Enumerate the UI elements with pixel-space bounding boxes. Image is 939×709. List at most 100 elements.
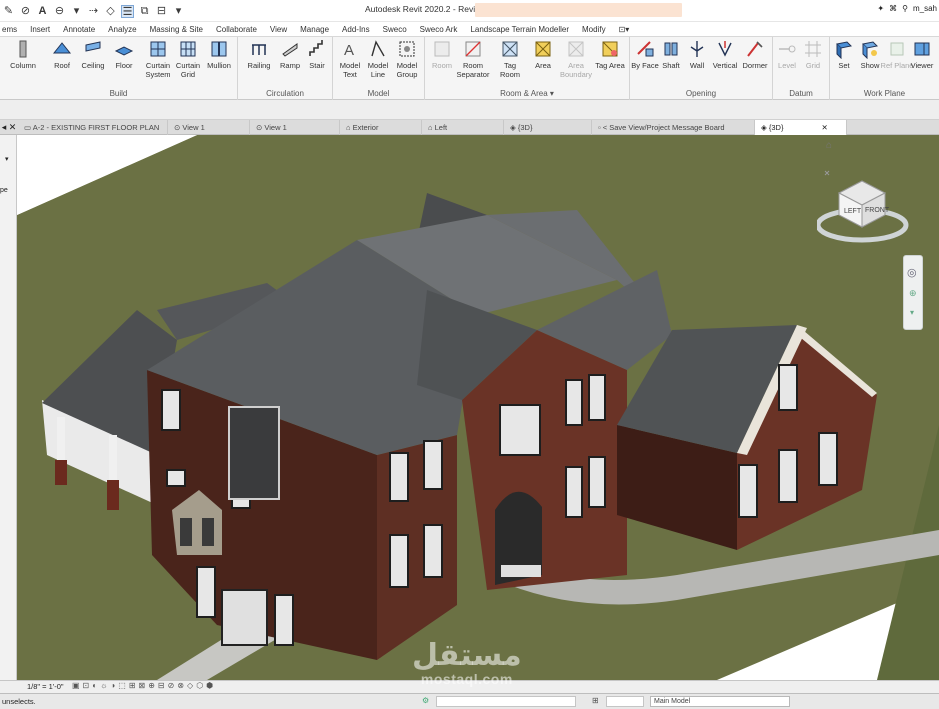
column-button[interactable]: Column xyxy=(6,39,40,70)
vertical-button[interactable]: Vertical xyxy=(708,39,742,70)
tab-collaborate[interactable]: Collaborate xyxy=(210,22,264,37)
panel-label-room-area[interactable]: Room & Area ▾ xyxy=(425,89,629,98)
view-tab-exterior[interactable]: ⌂ Exterior xyxy=(340,119,422,135)
svg-text:A: A xyxy=(344,42,354,59)
ramp-icon xyxy=(282,43,298,57)
floor-button[interactable]: Floor xyxy=(107,39,141,70)
view-tab-view1-a[interactable]: ⊙ View 1 xyxy=(168,119,250,135)
tabs-scroll-left-icon[interactable]: ◂ ✕ xyxy=(0,120,18,135)
view-tab-first-floor-plan[interactable]: ▭ A-2 - EXISTING FIRST FLOOR PLAN xyxy=(18,119,168,135)
pencil-icon[interactable]: ✎ xyxy=(2,5,15,18)
tab-insert[interactable]: Insert xyxy=(24,22,57,37)
dropdown-icon[interactable]: ▾ xyxy=(5,155,9,163)
area-boundary-button[interactable]: Area Boundary xyxy=(559,39,593,79)
design-options-select[interactable] xyxy=(606,696,644,707)
home-icon[interactable]: ⌂ xyxy=(826,140,832,151)
panel-model: A Model Text Model Line Model Group Mode… xyxy=(333,37,425,100)
room-icon xyxy=(434,41,450,57)
title-search-highlight xyxy=(475,3,682,17)
area-button[interactable]: Area xyxy=(526,39,560,70)
tag-area-button[interactable]: Tag Area xyxy=(593,39,627,70)
bay-window-glass xyxy=(202,518,214,546)
viewer-button[interactable]: Viewer xyxy=(905,39,939,70)
panel-label-opening: Opening xyxy=(685,89,717,98)
tab-modify[interactable]: Modify xyxy=(576,22,613,37)
star-icon[interactable]: ✦ xyxy=(877,4,884,13)
porch-column xyxy=(109,435,117,485)
stair-button[interactable]: Stair xyxy=(300,39,334,70)
view-icon[interactable]: ⊖ xyxy=(53,5,66,18)
tag-room-button[interactable]: Tag Room xyxy=(493,39,527,79)
text-a-icon[interactable]: A xyxy=(36,5,49,18)
railing-button[interactable]: Railing xyxy=(242,39,276,70)
roof-button[interactable]: Roof xyxy=(45,39,79,70)
dormer-button[interactable]: Dormer xyxy=(738,39,772,70)
grid-button[interactable]: Grid xyxy=(796,39,830,70)
viewcube[interactable]: LEFT FRONT xyxy=(817,165,917,245)
curtain-grid-button[interactable]: Curtain Grid xyxy=(171,39,205,79)
model-group-button[interactable]: Model Group xyxy=(390,39,424,79)
3d-icon: ◈ xyxy=(761,122,769,132)
view-tab-view1-b[interactable]: ⊙ View 1 xyxy=(250,119,340,135)
worksets-select[interactable] xyxy=(436,696,576,707)
view-scale[interactable]: 1/8" = 1'-0" xyxy=(27,682,64,691)
porch-column xyxy=(57,417,65,465)
user-name[interactable]: m_sah xyxy=(913,4,937,13)
active-model-select[interactable]: Main Model xyxy=(650,696,790,707)
tab-contextual-icon[interactable]: ⊡▾ xyxy=(612,22,636,37)
design-options-icon[interactable]: ⊞ xyxy=(592,696,599,705)
properties-panel-edge[interactable]: ▾ pe xyxy=(0,135,17,680)
binoculars-icon[interactable]: ⌘ xyxy=(889,4,897,13)
revit-window: ✎ ⊘ A ⊖ ▾ ⇢ ◇ ☰ ⧉ ⊟ ▾ Autodesk Revit 202… xyxy=(0,0,939,709)
by-face-icon xyxy=(637,41,654,57)
panel-label-model: Model xyxy=(367,89,390,98)
watermark-latin: mostaql.com xyxy=(420,671,513,687)
panel-opening: By Face Shaft Wall Vertical Dormer Openi… xyxy=(630,37,773,100)
tab-add-ins[interactable]: Add-Ins xyxy=(336,22,377,37)
user-icon[interactable]: ⚲ xyxy=(902,4,908,13)
column-icon xyxy=(19,40,27,58)
measure-icon[interactable]: ⊘ xyxy=(19,5,32,18)
worksets-icon[interactable]: ⚙ xyxy=(422,696,429,705)
switch-windows-icon[interactable]: ⧉ xyxy=(138,5,151,18)
ceiling-button[interactable]: Ceiling xyxy=(76,39,110,70)
tab-landscape-terrain-modeller[interactable]: Landscape Terrain Modeller xyxy=(464,22,576,37)
porch-pier xyxy=(107,480,119,510)
tab-architecture[interactable]: ems xyxy=(0,22,24,37)
arrange-icon[interactable]: ⊟ xyxy=(155,5,168,18)
thin-lines-icon[interactable]: ◇ xyxy=(104,5,117,18)
customize-qat-icon[interactable]: ▾ xyxy=(172,5,185,18)
close-hidden-icon[interactable]: ☰ xyxy=(121,4,134,18)
grid-icon xyxy=(805,41,821,57)
vertical-icon xyxy=(718,41,732,57)
title-bar: ✎ ⊘ A ⊖ ▾ ⇢ ◇ ☰ ⧉ ⊟ ▾ Autodesk Revit 202… xyxy=(0,0,939,22)
ref-plane-icon xyxy=(890,42,904,56)
mullion-button[interactable]: Mullion xyxy=(202,39,236,70)
close-icon[interactable]: ✕ xyxy=(821,123,827,132)
house-model-3d[interactable] xyxy=(17,135,939,680)
view-tab-message-board[interactable]: ▫ < Save View/Project Message Board xyxy=(592,119,755,135)
view-tab-3d-a[interactable]: ◈ {3D} xyxy=(504,119,592,135)
tab-massing-site[interactable]: Massing & Site xyxy=(143,22,209,37)
model-group-icon xyxy=(399,41,415,57)
tab-sweco-ark[interactable]: Sweco Ark xyxy=(413,22,464,37)
tab-view[interactable]: View xyxy=(263,22,293,37)
tab-manage[interactable]: Manage xyxy=(294,22,336,37)
tab-analyze[interactable]: Analyze xyxy=(102,22,143,37)
nav-dropdown-icon[interactable]: ▾ xyxy=(910,308,914,317)
link-icon[interactable]: ⇢ xyxy=(87,5,100,18)
tab-annotate[interactable]: Annotate xyxy=(57,22,102,37)
zoom-icon[interactable]: ⊕ xyxy=(909,288,917,299)
view-control-icons[interactable]: ▣⊡◐☼◑⬚⊞⊠⊕⊟⊘⊗◇⬡⬢ xyxy=(72,681,216,690)
view-tab-3d-active[interactable]: ◈ {3D} ✕ xyxy=(755,119,847,135)
steering-wheel-icon[interactable]: ◎ xyxy=(907,266,917,279)
dropdown-icon[interactable]: ▾ xyxy=(70,5,83,18)
tab-sweco[interactable]: Sweco xyxy=(376,22,413,37)
curtain-system-button[interactable]: Curtain System xyxy=(141,39,175,79)
panel-label-datum: Datum xyxy=(789,89,813,98)
home-icon[interactable] xyxy=(824,170,830,176)
room-separator-button[interactable]: Room Separator xyxy=(456,39,490,79)
view-tab-left[interactable]: ⌂ Left xyxy=(422,119,504,135)
room-button[interactable]: Room xyxy=(425,39,459,70)
3d-viewport[interactable]: LEFT FRONT ⌂ xyxy=(17,135,939,680)
